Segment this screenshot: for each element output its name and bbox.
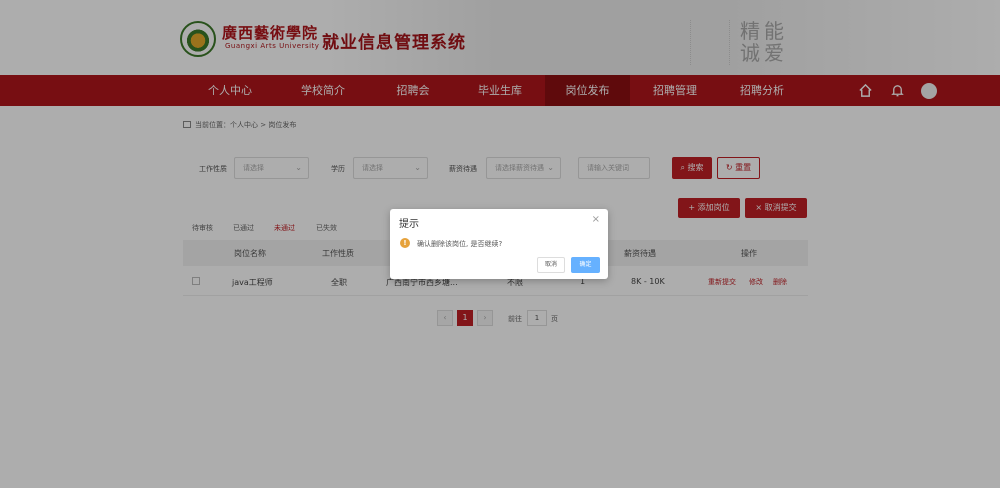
- dialog-message: 确认删除该岗位, 是否继续?: [417, 240, 503, 248]
- dialog-confirm-button[interactable]: 确定: [571, 257, 600, 273]
- close-icon[interactable]: ×: [592, 214, 600, 225]
- dialog-title: 提示: [399, 219, 419, 230]
- confirm-dialog: 提示 × ! 确认删除该岗位, 是否继续? 取消 确定: [390, 209, 608, 279]
- warning-icon: !: [400, 238, 410, 248]
- dialog-cancel-button[interactable]: 取消: [537, 257, 565, 273]
